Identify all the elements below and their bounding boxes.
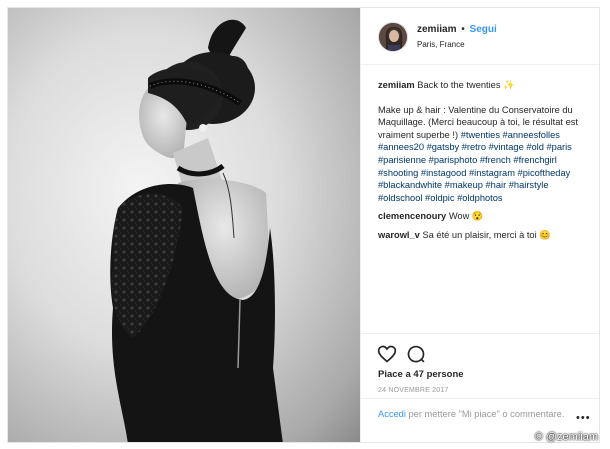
caption-hashtags[interactable]: #twenties #anneesfolles #annees20 #gatsb… xyxy=(378,130,572,203)
caption-body: Make up & hair : Valentine du Conservato… xyxy=(378,104,590,205)
avatar-image xyxy=(379,23,407,51)
more-options-icon[interactable]: ••• xyxy=(576,412,591,424)
post-sidebar: zemiiam • Segui Paris, France zemiiam Ba… xyxy=(360,8,599,442)
avatar[interactable] xyxy=(378,22,408,52)
follow-button[interactable]: Segui xyxy=(470,24,497,35)
login-prompt-text: per mettere "Mi piace" o commentare. xyxy=(405,409,565,419)
separator-dot: • xyxy=(461,24,465,35)
header-username-row: zemiiam • Segui xyxy=(417,24,497,35)
login-link[interactable]: Accedi xyxy=(378,409,406,419)
location-link[interactable]: Paris, France xyxy=(417,40,465,49)
comment-item: clemencenoury Wow 😯 xyxy=(378,210,590,223)
comment-username[interactable]: warowl_v xyxy=(378,230,420,240)
comment-text: Sa été un plaisir, merci à toi 😊 xyxy=(422,229,551,240)
heart-icon[interactable] xyxy=(377,344,397,364)
comment-bubble-icon[interactable] xyxy=(406,344,426,364)
watermark: © @zemiiam xyxy=(534,431,598,443)
caption-title-row: zemiiam Back to the twenties ✨ xyxy=(378,79,590,92)
login-prompt: Accedi per mettere "Mi piace" o commenta… xyxy=(378,408,568,421)
comment-text: Wow 😯 xyxy=(448,211,484,222)
likes-count[interactable]: Piace a 47 persone xyxy=(378,369,464,380)
post-header: zemiiam • Segui Paris, France xyxy=(361,8,599,65)
comment-username[interactable]: clemencenoury xyxy=(378,211,446,221)
comments-section: zemiiam Back to the twenties ✨ Make up &… xyxy=(378,79,590,242)
caption-username[interactable]: zemiiam xyxy=(378,80,415,90)
comment-item: warowl_v Sa été un plaisir, merci à toi … xyxy=(378,229,590,242)
post-date[interactable]: 24 NOVEMBRE 2017 xyxy=(378,387,449,394)
actions-section: Piace a 47 persone 24 NOVEMBRE 2017 xyxy=(361,333,599,394)
caption-title: Back to the twenties ✨ xyxy=(417,80,515,90)
instagram-post: zemiiam • Segui Paris, France zemiiam Ba… xyxy=(7,7,600,443)
woman-in-twenties-dress-image xyxy=(110,19,283,442)
header-username[interactable]: zemiiam xyxy=(417,24,456,35)
post-photo[interactable] xyxy=(8,8,360,442)
